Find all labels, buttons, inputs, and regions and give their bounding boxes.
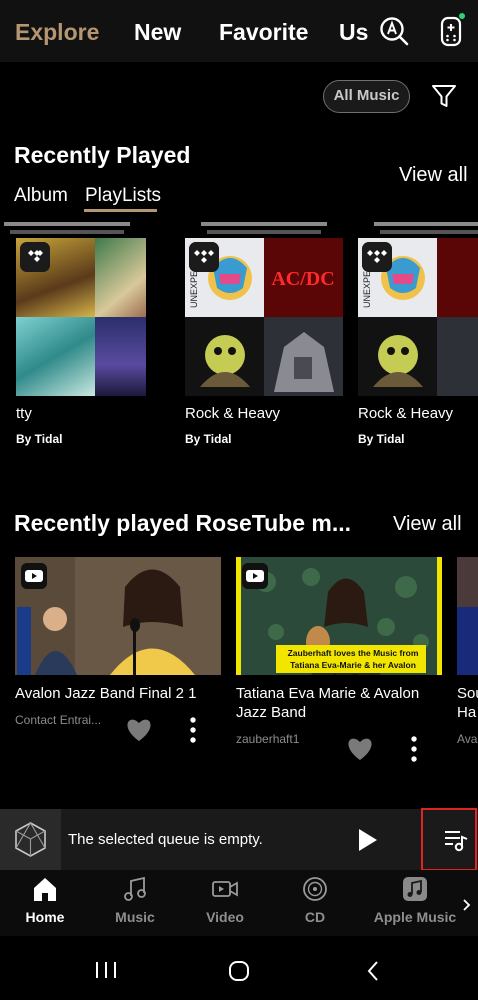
remote-icon[interactable]: [434, 14, 468, 48]
filter-icon[interactable]: [430, 82, 458, 110]
thumbnail-caption: Zauberhaft loves the Music from Tatiana …: [287, 648, 419, 675]
system-nav-bar: [0, 936, 478, 1000]
queue-highlight-box: [421, 808, 477, 871]
tidal-icon: [362, 242, 392, 272]
heart-icon[interactable]: [346, 736, 374, 762]
tidal-icon: [20, 242, 50, 272]
video-title[interactable]: Tatiana Eva Marie & Avalon Jazz Band: [236, 684, 436, 722]
mini-player[interactable]: The selected queue is empty.: [0, 809, 478, 870]
more-options-icon[interactable]: [409, 735, 419, 763]
album-art-text: UNEXPE: [189, 271, 199, 308]
subtab-album[interactable]: Album: [14, 185, 68, 207]
recently-played-title: Recently Played: [14, 142, 191, 168]
video-title[interactable]: Sou Ha: [457, 684, 478, 722]
nav-video[interactable]: Video: [180, 870, 270, 936]
rose-logo-icon: [15, 822, 46, 857]
video-title[interactable]: Avalon Jazz Band Final 2 1: [15, 684, 225, 703]
bottom-nav: Home Music Video CD Apple Music: [0, 870, 478, 936]
cd-icon: [303, 877, 327, 901]
search-a-icon[interactable]: [377, 14, 411, 48]
nav-label: Video: [206, 909, 244, 925]
playlist-title: Rock & Heavy: [185, 405, 281, 422]
playlist-owner: By Tidal: [185, 432, 232, 446]
nav-label: CD: [304, 909, 326, 925]
video-thumbnail[interactable]: [457, 557, 478, 675]
play-icon[interactable]: [357, 828, 379, 852]
tidal-icon: [189, 242, 219, 272]
subtab-underline: [84, 209, 157, 212]
subtab-playlists[interactable]: PlayLists: [85, 185, 161, 207]
music-note-icon: [124, 876, 146, 901]
nav-label: Music: [115, 909, 155, 925]
playlist-title: tty: [16, 405, 32, 422]
playlist-title: Rock & Heavy: [358, 405, 454, 422]
chevron-right-icon[interactable]: [462, 898, 472, 912]
playlist-owner: By Tidal: [358, 432, 405, 446]
heart-icon[interactable]: [125, 717, 153, 743]
tab-explore[interactable]: Explore: [15, 18, 99, 46]
youtube-icon: [21, 563, 47, 589]
video-thumbnail[interactable]: Zauberhaft loves the Music from Tatiana …: [236, 557, 442, 675]
rosetube-title: Recently played RoseTube m...: [14, 510, 352, 536]
all-music-chip[interactable]: All Music: [323, 80, 410, 113]
home-icon: [34, 878, 56, 901]
rosetube-view-all[interactable]: View all: [393, 513, 462, 536]
video-thumbnail[interactable]: [15, 557, 221, 675]
nav-apple-music[interactable]: Apple Music: [370, 870, 460, 936]
back-icon[interactable]: [366, 960, 380, 982]
more-options-icon[interactable]: [188, 716, 198, 744]
recent-apps-icon[interactable]: [94, 960, 118, 980]
tab-us[interactable]: Us: [339, 18, 368, 46]
apple-music-icon: [403, 877, 427, 901]
top-tab-bar: Explore New Favorite Us: [0, 0, 478, 62]
youtube-icon: [242, 563, 268, 589]
queue-status-text: The selected queue is empty.: [68, 831, 263, 848]
video-channel: zauberhaft1: [236, 732, 300, 746]
nav-home[interactable]: Home: [0, 870, 90, 936]
album-art-text: AC/DC: [271, 268, 334, 290]
mini-player-artwork: [0, 809, 61, 870]
nav-label: Home: [25, 909, 65, 925]
nav-label: Apple Music: [373, 909, 457, 925]
nav-cd[interactable]: CD: [270, 870, 360, 936]
tab-new[interactable]: New: [134, 18, 181, 46]
video-channel: Ava: [457, 732, 478, 746]
playlist-owner: By Tidal: [16, 432, 63, 446]
video-channel: Contact Entrai...: [15, 713, 102, 727]
tab-favorite[interactable]: Favorite: [219, 18, 308, 46]
recently-played-view-all[interactable]: View all: [399, 164, 468, 187]
video-camera-icon: [212, 881, 238, 897]
nav-music[interactable]: Music: [90, 870, 180, 936]
album-art-text: UNEXPE: [362, 271, 372, 308]
status-dot: [459, 13, 465, 19]
home-circle-icon[interactable]: [228, 960, 250, 982]
